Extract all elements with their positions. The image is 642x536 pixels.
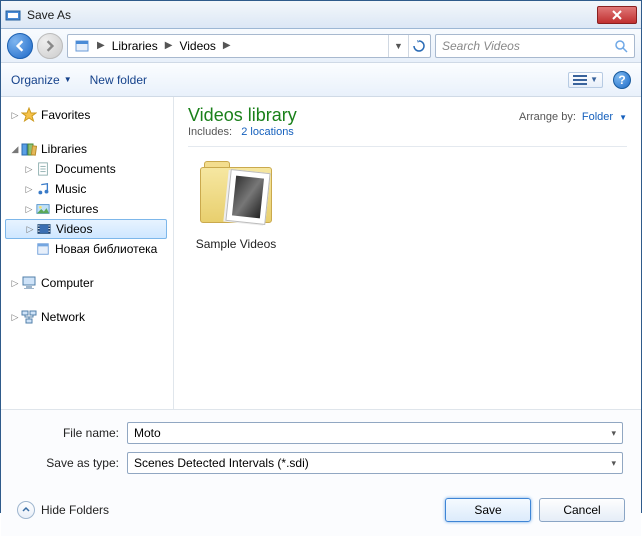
expand-icon[interactable]: ▷	[9, 110, 21, 121]
search-input[interactable]: Search Videos	[435, 34, 635, 58]
chevron-right-icon[interactable]: ▶	[94, 40, 108, 51]
sidebar-item-videos[interactable]: ▷ Videos	[5, 219, 167, 239]
chevron-down-icon[interactable]: ▼	[619, 113, 627, 122]
pictures-icon	[35, 201, 51, 217]
address-bar[interactable]: ▶ Libraries ▶ Videos ▶ ▼	[67, 34, 431, 58]
view-button[interactable]: ▼	[568, 72, 603, 88]
navbar: ▶ Libraries ▶ Videos ▶ ▼ Search Videos	[1, 29, 641, 63]
address-dropdown[interactable]: ▼	[388, 35, 408, 57]
folder-label: Sample Videos	[188, 237, 284, 251]
divider	[188, 146, 627, 147]
sidebar-item-documents[interactable]: ▷ Documents	[5, 159, 173, 179]
chevron-down-icon[interactable]: ▾	[611, 458, 616, 469]
search-icon	[614, 39, 628, 53]
library-title: Videos library	[188, 105, 297, 126]
save-type-select[interactable]: Scenes Detected Intervals (*.sdi) ▾	[127, 452, 623, 474]
document-icon	[35, 161, 51, 177]
window-title: Save As	[27, 8, 597, 22]
music-icon	[35, 181, 51, 197]
expand-icon[interactable]: ▷	[23, 184, 35, 195]
footer: Hide Folders Save Cancel	[1, 488, 641, 536]
chevron-down-icon: ▼	[64, 75, 72, 84]
help-button[interactable]: ?	[613, 71, 631, 89]
libraries-icon	[21, 141, 37, 157]
chevron-right-icon[interactable]: ▶	[162, 40, 176, 51]
arrange-by: Arrange by: Folder ▼	[519, 105, 627, 123]
organize-button[interactable]: Organize ▼	[11, 73, 72, 87]
expand-icon[interactable]: ▷	[9, 278, 21, 289]
locations-link[interactable]: 2 locations	[241, 126, 294, 138]
close-button[interactable]	[597, 6, 637, 24]
hide-folders-button[interactable]: Hide Folders	[17, 501, 109, 519]
form-area: File name: Moto ▾ Save as type: Scenes D…	[1, 409, 641, 488]
cancel-button[interactable]: Cancel	[539, 498, 625, 522]
save-button[interactable]: Save	[445, 498, 531, 522]
sidebar-item-computer[interactable]: ▷ Computer	[5, 273, 173, 293]
expand-icon[interactable]: ▷	[23, 204, 35, 215]
folder-icon	[196, 159, 276, 231]
sidebar-item-favorites[interactable]: ▷ Favorites	[5, 105, 173, 125]
refresh-button[interactable]	[408, 35, 428, 57]
sidebar: ▷ Favorites ◢ Libraries ▷ Documents ▷ Mu…	[1, 97, 174, 409]
folder-item[interactable]: Sample Videos	[188, 159, 284, 251]
addr-root-icon[interactable]	[70, 35, 94, 57]
arrange-by-value[interactable]: Folder	[582, 111, 613, 123]
expand-icon[interactable]: ▷	[9, 312, 21, 323]
chevron-right-icon[interactable]: ▶	[220, 40, 234, 51]
content-area: Videos library Includes: 2 locations Arr…	[174, 97, 641, 409]
sidebar-item-music[interactable]: ▷ Music	[5, 179, 173, 199]
back-button[interactable]	[7, 33, 33, 59]
videos-icon	[36, 221, 52, 237]
new-folder-button[interactable]: New folder	[90, 73, 147, 87]
expand-icon[interactable]: ▷	[24, 224, 36, 235]
library-icon	[35, 241, 51, 257]
collapse-icon[interactable]: ◢	[9, 144, 21, 155]
app-icon	[5, 7, 21, 23]
network-icon	[21, 309, 37, 325]
expand-icon[interactable]: ▷	[23, 164, 35, 175]
filename-label: File name:	[19, 426, 119, 440]
breadcrumb-videos[interactable]: Videos	[175, 35, 219, 57]
sidebar-item-new-library[interactable]: ▷ Новая библиотека	[5, 239, 173, 259]
breadcrumb-libraries[interactable]: Libraries	[108, 35, 162, 57]
sidebar-item-network[interactable]: ▷ Network	[5, 307, 173, 327]
forward-button[interactable]	[37, 33, 63, 59]
search-placeholder: Search Videos	[442, 39, 520, 53]
chevron-down-icon[interactable]: ▾	[611, 428, 616, 439]
sidebar-item-pictures[interactable]: ▷ Pictures	[5, 199, 173, 219]
computer-icon	[21, 275, 37, 291]
sidebar-item-libraries[interactable]: ◢ Libraries	[5, 139, 173, 159]
titlebar: Save As	[1, 1, 641, 29]
toolbar: Organize ▼ New folder ▼ ?	[1, 63, 641, 97]
filename-input[interactable]: Moto ▾	[127, 422, 623, 444]
save-type-label: Save as type:	[19, 456, 119, 470]
star-icon	[21, 107, 37, 123]
library-subtitle: Includes: 2 locations	[188, 126, 297, 138]
chevron-up-icon	[17, 501, 35, 519]
